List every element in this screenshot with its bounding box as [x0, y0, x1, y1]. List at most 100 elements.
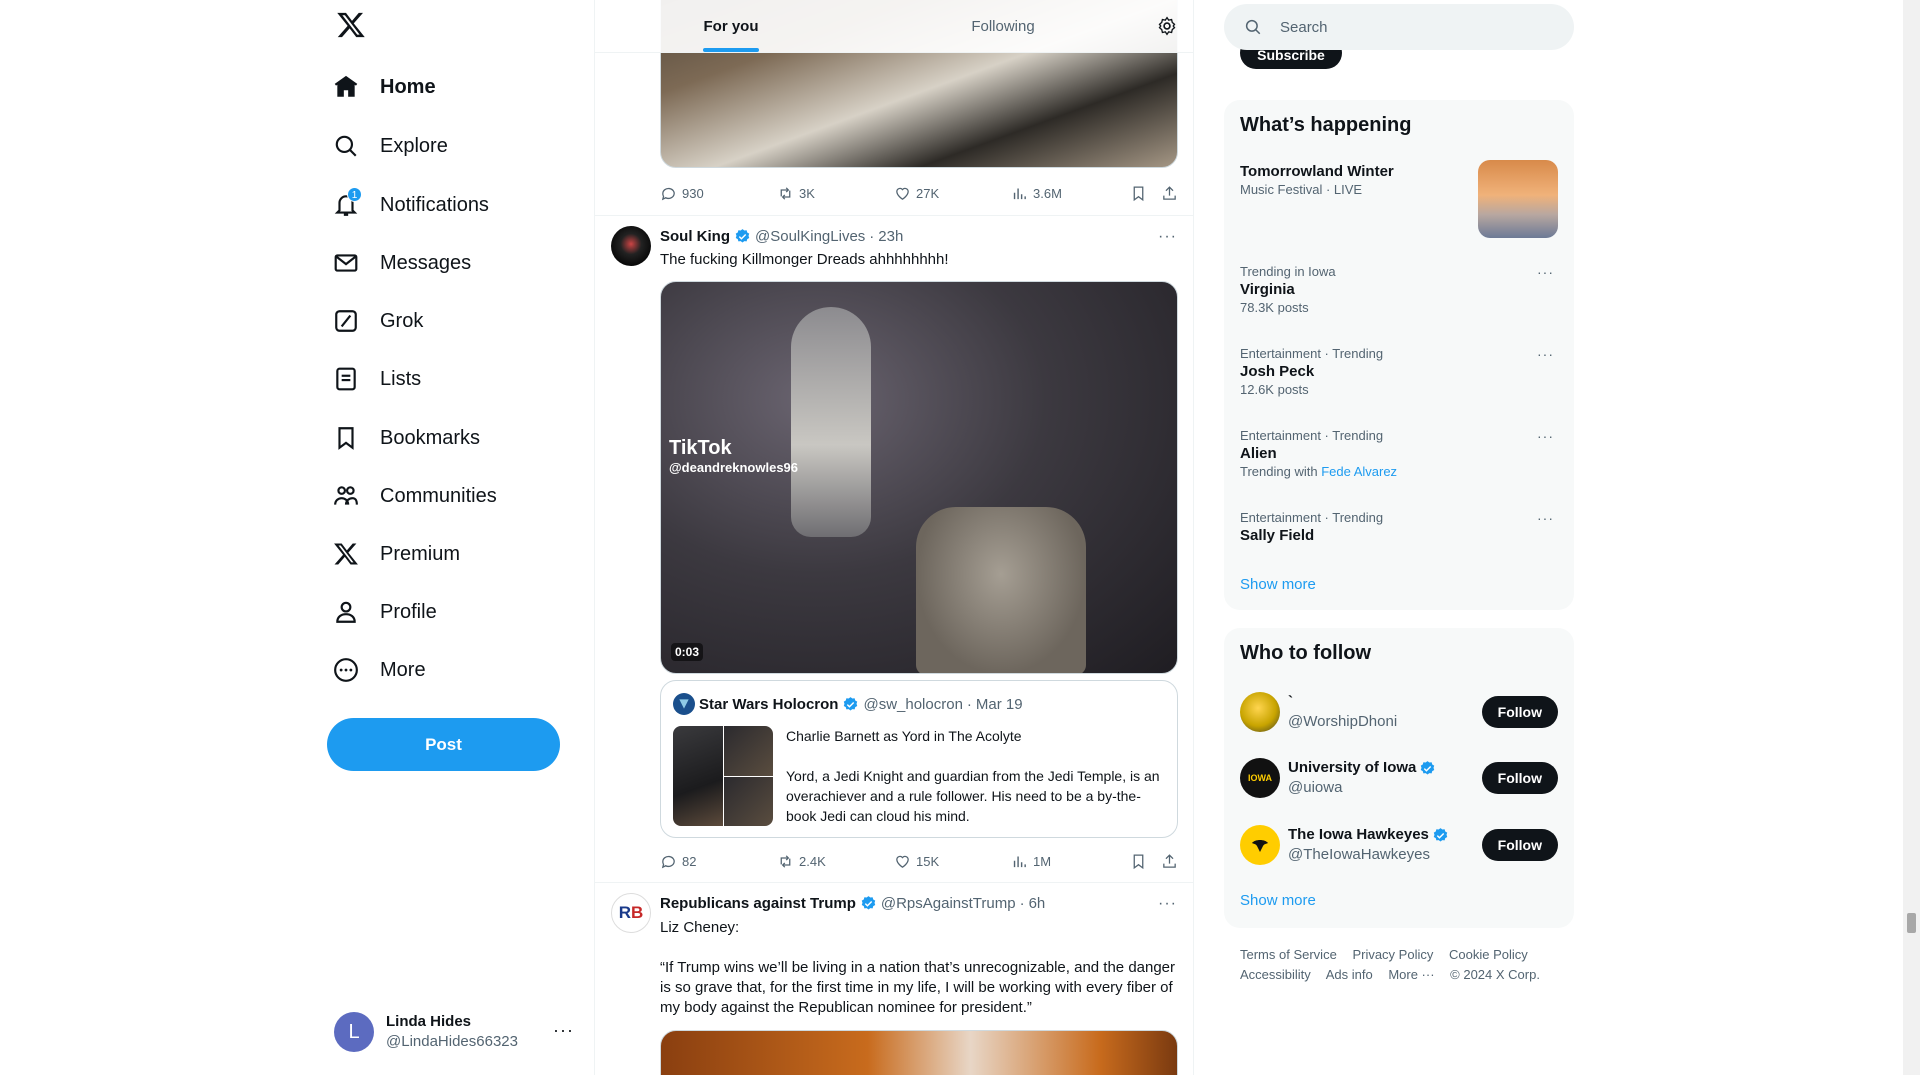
scrollbar[interactable]	[1903, 0, 1920, 1075]
like-button[interactable]: 27K	[894, 185, 1011, 202]
follow-suggestion[interactable]: The Iowa Hawkeyes @TheIowaHawkeyes Follo…	[1240, 821, 1558, 869]
footer-link[interactable]: Cookie Policy	[1449, 947, 1528, 962]
tweet-time[interactable]: 6h	[1029, 895, 1046, 912]
nav-label: More	[380, 658, 426, 681]
tweet-media-image[interactable]	[660, 1030, 1178, 1075]
nav-bookmarks[interactable]: Bookmarks	[332, 414, 480, 462]
quote-header: Star Wars Holocron @sw_holocron · Mar 19	[673, 693, 1023, 715]
timeline: For you Following 930 3K 27K 3.6M Soul K…	[594, 0, 1194, 1075]
post-button[interactable]: Post	[327, 718, 560, 771]
nav-profile[interactable]: Profile	[332, 588, 437, 636]
search-icon	[332, 132, 360, 160]
reply-button[interactable]: 930	[660, 185, 777, 202]
trend-link[interactable]: Fede Alvarez	[1321, 464, 1397, 479]
like-button[interactable]: 15K	[894, 853, 1011, 870]
verified-badge-icon	[735, 229, 750, 243]
more-horizontal-icon[interactable]: ···	[1158, 228, 1177, 246]
more-circle-icon	[332, 656, 360, 684]
author-name[interactable]: Republicans against Trump	[660, 895, 856, 912]
author-handle[interactable]: @SoulKingLives	[755, 228, 865, 245]
footer-link[interactable]: Ads info	[1326, 967, 1373, 982]
tweet-time[interactable]: 23h	[878, 228, 903, 245]
nav-notifications[interactable]: 1 Notifications	[332, 181, 489, 229]
reply-button[interactable]: 82	[660, 853, 777, 870]
more-horizontal-icon[interactable]: ···	[1537, 428, 1554, 444]
avatar: IOWA	[1240, 758, 1280, 798]
more-horizontal-icon[interactable]: ···	[1537, 510, 1554, 526]
follow-button[interactable]: Follow	[1481, 696, 1558, 728]
verified-badge-icon	[1433, 827, 1448, 842]
views-button[interactable]: 3.6M	[1011, 185, 1111, 202]
repost-button[interactable]: 3K	[777, 185, 894, 202]
more-horizontal-icon[interactable]: ···	[1537, 264, 1554, 280]
trend-item[interactable]: Entertainment · Trending Josh Peck 12.6K…	[1240, 346, 1558, 398]
footer-link[interactable]: Privacy Policy	[1352, 947, 1433, 962]
verified-badge-icon	[1421, 760, 1435, 775]
nav-messages[interactable]: Messages	[332, 239, 471, 287]
nav-grok[interactable]: Grok	[332, 297, 423, 345]
author-handle[interactable]: @RpsAgainstTrump	[881, 895, 1016, 912]
nav-label: Grok	[380, 309, 424, 332]
nav-premium[interactable]: Premium	[332, 530, 460, 578]
nav-label: Premium	[380, 542, 461, 565]
bookmark-icon	[332, 424, 360, 452]
footer-link[interactable]: Accessibility	[1240, 967, 1311, 982]
x-logo-icon[interactable]	[336, 10, 370, 44]
repost-icon	[780, 186, 791, 200]
avatar[interactable]: RB	[611, 893, 651, 933]
search-input[interactable]	[1280, 18, 1550, 36]
search-bar[interactable]	[1224, 4, 1574, 50]
gear-icon[interactable]	[1139, 0, 1193, 52]
nav-communities[interactable]: Communities	[332, 472, 497, 520]
tweet-action-bar: 930 3K 27K 3.6M	[660, 183, 1178, 203]
avatar[interactable]	[611, 226, 651, 266]
follow-button[interactable]: Follow	[1481, 829, 1558, 861]
hawkeye-logo-icon	[1252, 840, 1268, 852]
bookmark-button[interactable]	[1130, 185, 1147, 202]
share-button[interactable]	[1161, 185, 1178, 202]
heart-icon	[896, 855, 909, 868]
trend-item[interactable]: Trending in Iowa Virginia 78.3K posts ··…	[1240, 264, 1558, 316]
trend-item[interactable]: Entertainment · Trending Sally Field ···	[1240, 510, 1558, 546]
heart-icon	[896, 187, 909, 200]
show-more-link[interactable]: Show more	[1240, 892, 1316, 909]
follow-suggestion[interactable]: IOWA University of Iowa @uiowa Follow	[1240, 754, 1558, 802]
footer-link[interactable]: Terms of Service	[1240, 947, 1337, 962]
nav-more[interactable]: More	[332, 646, 426, 694]
whats-happening-card: What’s happening Tomorrowland Winter Mus…	[1224, 100, 1574, 610]
section-title: What’s happening	[1240, 114, 1412, 136]
footer-link[interactable]: More ···	[1388, 967, 1434, 982]
repost-button[interactable]: 2.4K	[777, 853, 894, 870]
account-name: Linda Hides	[386, 1013, 472, 1030]
scrollbar-thumb[interactable]	[1907, 913, 1916, 933]
nav-home[interactable]: Home	[332, 63, 436, 111]
follow-button[interactable]: Follow	[1481, 762, 1558, 794]
more-horizontal-icon[interactable]: ···	[1158, 895, 1177, 913]
tweet-action-bar: 82 2.4K 15K 1M	[660, 851, 1178, 871]
bookmark-button[interactable]	[1130, 853, 1147, 870]
tweet-text: The fucking Killmonger Dreads ahhhhhhhh!	[660, 251, 949, 268]
tweet-video[interactable]: TikTok @deandreknowles96 0:03	[660, 281, 1178, 674]
author-name[interactable]: Soul King	[660, 228, 730, 245]
quote-image-grid	[673, 726, 773, 826]
tab-following[interactable]: Following	[867, 0, 1139, 52]
nav-lists[interactable]: Lists	[332, 355, 421, 403]
views-chart-icon	[1013, 856, 1026, 867]
share-button[interactable]	[1161, 853, 1178, 870]
trend-item[interactable]: Entertainment · Trending Alien Trending …	[1240, 428, 1558, 480]
tab-for-you[interactable]: For you	[595, 0, 867, 52]
lists-icon	[332, 365, 360, 393]
trend-image	[1478, 160, 1558, 238]
avatar: L	[334, 1012, 374, 1052]
more-horizontal-icon[interactable]: ···	[1537, 346, 1554, 362]
nav-explore[interactable]: Explore	[332, 122, 448, 170]
quoted-tweet[interactable]: Star Wars Holocron @sw_holocron · Mar 19…	[660, 680, 1178, 838]
nav-label: Lists	[380, 367, 422, 390]
quote-date: Mar 19	[975, 695, 1023, 713]
section-title: Who to follow	[1240, 642, 1372, 664]
nav-label: Bookmarks	[380, 426, 481, 449]
follow-suggestion[interactable]: ` @WorshipDhoni Follow	[1240, 688, 1558, 736]
views-button[interactable]: 1M	[1011, 853, 1111, 870]
account-switcher[interactable]: L Linda Hides @LindaHides66323 ···	[334, 1006, 574, 1058]
show-more-link[interactable]: Show more	[1240, 576, 1316, 593]
